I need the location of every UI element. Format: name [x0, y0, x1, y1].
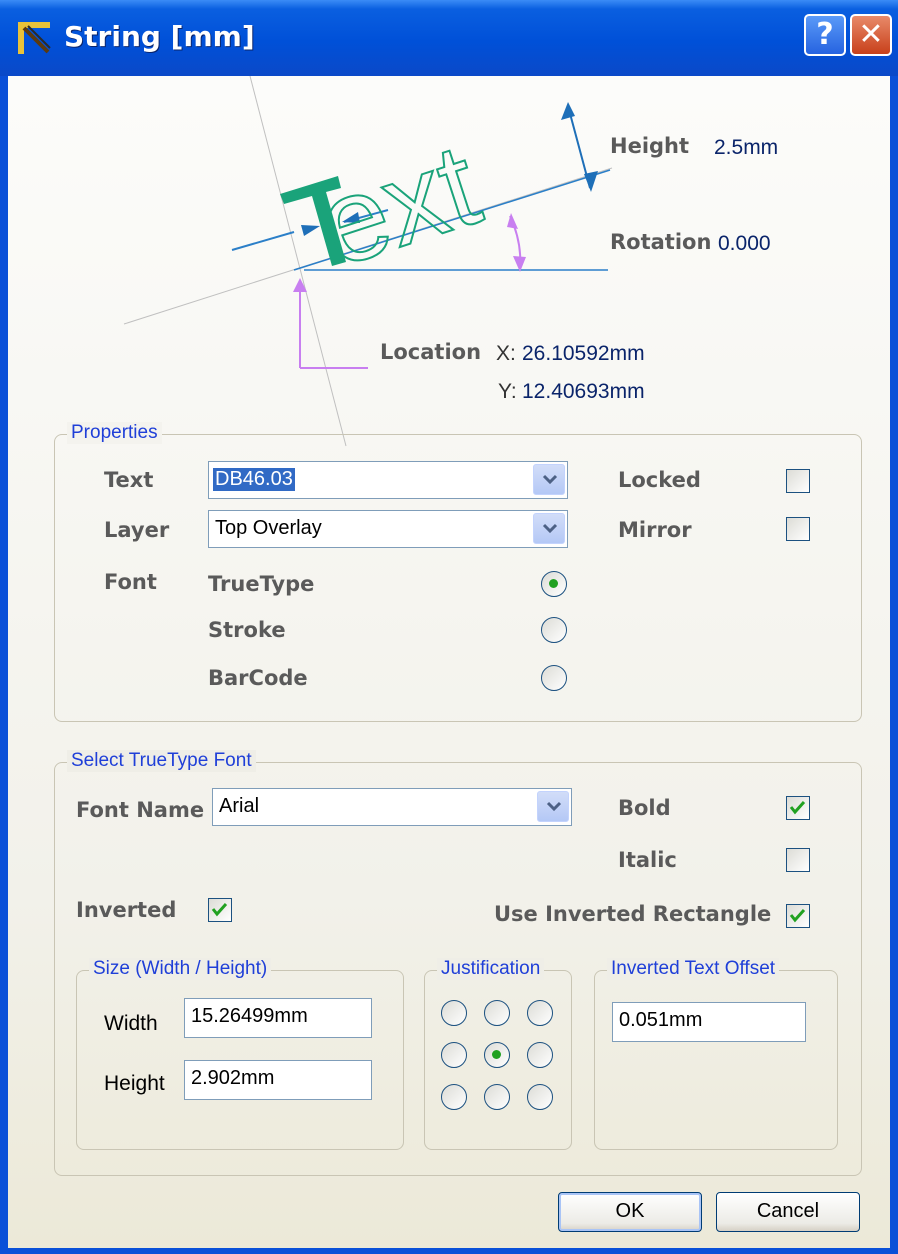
layer-combo[interactable]: Top Overlay	[208, 510, 568, 548]
height-input[interactable]: 2.902mm	[184, 1060, 372, 1100]
ok-button[interactable]: OK	[558, 1192, 702, 1232]
rotation-diagram-label: Rotation	[610, 230, 712, 254]
string-dialog-window: String [mm] ? ✕ Text Height 2.5mm Rotati…	[0, 0, 898, 1254]
layer-combo-value: Top Overlay	[215, 517, 322, 539]
text-field-label: Text	[104, 468, 154, 492]
locked-label: Locked	[618, 468, 701, 492]
dialog-client-area: Text Height 2.5mm Rotation 0.000 Locatio…	[8, 76, 890, 1248]
font-option-truetype-radio[interactable]	[541, 571, 567, 597]
font-name-label: Font Name	[76, 798, 205, 822]
justify-bottom-center-radio[interactable]	[484, 1084, 510, 1110]
close-icon: ✕	[858, 17, 884, 52]
font-name-combo-value: Arial	[219, 795, 260, 817]
text-combo-value: DB46.03	[213, 468, 295, 491]
use-inverted-rect-label: Use Inverted Rectangle	[494, 902, 772, 926]
truetype-font-group-title: Select TrueType Font	[67, 750, 256, 772]
height-label: Height	[104, 1072, 165, 1095]
height-diagram-value: 2.5mm	[714, 136, 779, 159]
location-x-value: 26.10592mm	[522, 342, 645, 365]
font-option-truetype-label: TrueType	[208, 572, 315, 596]
text-combo[interactable]: DB46.03	[208, 461, 568, 499]
help-icon: ?	[816, 17, 834, 52]
justify-top-left-radio[interactable]	[441, 1000, 467, 1026]
chevron-down-icon	[542, 474, 558, 485]
font-label: Font	[104, 570, 157, 594]
justify-top-right-radio[interactable]	[527, 1000, 553, 1026]
inverted-offset-input[interactable]: 0.051mm	[612, 1002, 806, 1042]
layer-combo-dropdown-button[interactable]	[533, 513, 565, 544]
justify-middle-right-radio[interactable]	[527, 1042, 553, 1068]
inverted-checkbox[interactable]	[208, 898, 232, 922]
close-button[interactable]: ✕	[850, 14, 892, 56]
mirror-checkbox[interactable]	[786, 517, 810, 541]
cancel-button[interactable]: Cancel	[716, 1192, 860, 1232]
properties-group-title: Properties	[67, 422, 162, 444]
layer-field-label: Layer	[104, 518, 170, 542]
italic-checkbox[interactable]	[786, 848, 810, 872]
chevron-down-icon	[542, 523, 558, 534]
text-preview-diagram: Text	[123, 76, 613, 447]
checkmark-icon	[211, 902, 228, 917]
size-group-title: Size (Width / Height)	[89, 958, 272, 980]
justification-group-title: Justification	[437, 958, 545, 980]
radio-selected-dot	[492, 1050, 501, 1059]
location-y-label: Y:	[498, 380, 517, 403]
width-label: Width	[104, 1012, 158, 1035]
bold-label: Bold	[618, 796, 671, 820]
checkmark-icon	[789, 800, 806, 815]
checkmark-icon	[789, 908, 806, 923]
bold-checkbox[interactable]	[786, 796, 810, 820]
width-input[interactable]: 15.26499mm	[184, 998, 372, 1038]
text-combo-dropdown-button[interactable]	[533, 464, 565, 495]
string-tool-icon	[18, 22, 51, 54]
justify-center-radio[interactable]	[484, 1042, 510, 1068]
font-option-stroke-radio[interactable]	[541, 617, 567, 643]
italic-label: Italic	[618, 848, 677, 872]
locked-checkbox[interactable]	[786, 469, 810, 493]
location-label: Location	[380, 340, 482, 364]
location-x-label: X:	[496, 342, 516, 365]
title-bar[interactable]: String [mm] ? ✕	[0, 0, 898, 76]
window-title: String [mm]	[64, 20, 255, 53]
justify-bottom-left-radio[interactable]	[441, 1084, 467, 1110]
inverted-offset-group: Inverted Text Offset	[594, 958, 838, 1150]
diagram-sample-text: Text	[247, 118, 494, 310]
inverted-offset-group-title: Inverted Text Offset	[607, 958, 780, 980]
inverted-label: Inverted	[76, 898, 177, 922]
radio-selected-dot	[549, 579, 558, 588]
font-name-dropdown-button[interactable]	[537, 791, 569, 822]
justify-top-center-radio[interactable]	[484, 1000, 510, 1026]
justify-middle-left-radio[interactable]	[441, 1042, 467, 1068]
justify-bottom-right-radio[interactable]	[527, 1084, 553, 1110]
font-name-combo[interactable]: Arial	[212, 788, 572, 826]
location-y-value: 12.40693mm	[522, 380, 645, 403]
font-option-barcode-radio[interactable]	[541, 665, 567, 691]
font-option-barcode-label: BarCode	[208, 666, 308, 690]
height-diagram-label: Height	[610, 134, 690, 158]
help-button[interactable]: ?	[804, 14, 846, 56]
chevron-down-icon	[546, 801, 562, 812]
use-inverted-rect-checkbox[interactable]	[786, 904, 810, 928]
rotation-diagram-value: 0.000	[718, 232, 771, 255]
font-option-stroke-label: Stroke	[208, 618, 286, 642]
mirror-label: Mirror	[618, 518, 692, 542]
